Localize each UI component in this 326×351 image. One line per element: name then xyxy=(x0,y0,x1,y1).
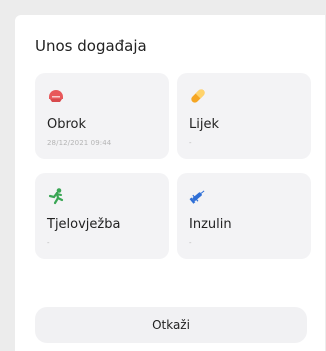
tile-insulin[interactable]: Inzulin - xyxy=(177,173,311,259)
tile-sub: - xyxy=(189,139,192,147)
exercise-icon xyxy=(47,187,65,205)
tile-sub: - xyxy=(47,239,50,247)
tile-label: Lijek xyxy=(189,117,219,132)
insulin-icon xyxy=(189,187,207,205)
tile-label: Obrok xyxy=(47,117,87,132)
dialog-title: Unos događaja xyxy=(35,37,147,55)
tile-meal[interactable]: Obrok 28/12/2021 09:44 xyxy=(35,73,169,159)
event-dialog: Unos događaja Obrok 28/12/2021 09:44 Lij… xyxy=(15,15,325,351)
tile-sub: 28/12/2021 09:44 xyxy=(47,139,112,147)
cancel-button[interactable]: Otkaži xyxy=(35,307,307,343)
pill-icon xyxy=(189,87,207,105)
tile-medicine[interactable]: Lijek - xyxy=(177,73,311,159)
meal-icon xyxy=(47,87,65,105)
tile-exercise[interactable]: Tjelovježba - xyxy=(35,173,169,259)
tile-label: Tjelovježba xyxy=(47,217,121,232)
tile-sub: - xyxy=(189,239,192,247)
tile-label: Inzulin xyxy=(189,217,232,232)
